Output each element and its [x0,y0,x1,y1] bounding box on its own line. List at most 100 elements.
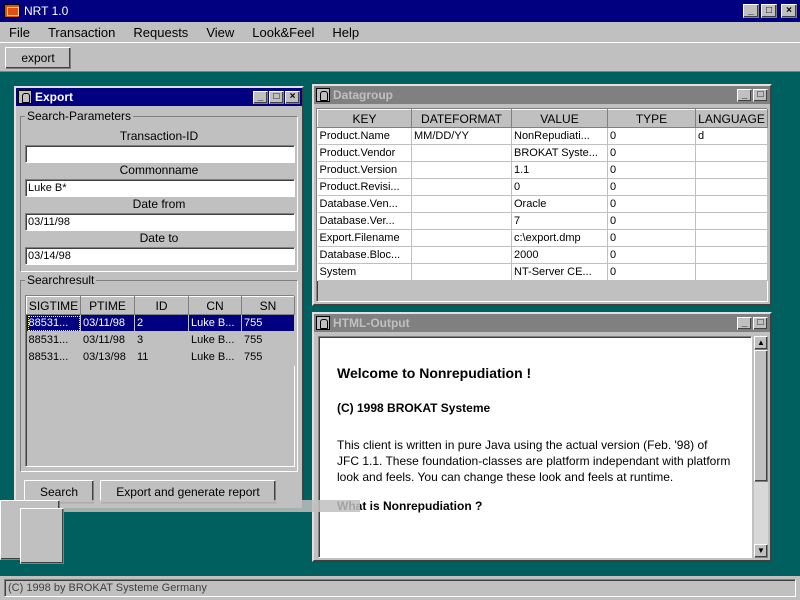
table-row[interactable]: System NT-Server CE... 0 [317,263,768,281]
column-header-value[interactable]: VALUE [511,109,608,128]
table-cell[interactable]: 7 [511,212,608,230]
commonname-field[interactable]: Luke B* [25,179,295,197]
table-cell[interactable]: c:\export.dmp [511,229,608,247]
menu-requests[interactable]: Requests [124,25,197,40]
column-header-language[interactable]: LANGUAGE [695,109,768,128]
frame-minimize-button[interactable]: _ [253,90,268,104]
column-header-type[interactable]: TYPE [607,109,696,128]
table-cell[interactable]: 0 [607,144,696,162]
table-cell[interactable]: 0 [607,246,696,264]
table-row[interactable]: Database.Bloc... 2000 0 [317,246,768,264]
table-cell[interactable]: NonRepudiati... [511,127,608,145]
table-cell[interactable]: 0 [607,127,696,145]
column-header-ptime[interactable]: PTIME [80,296,135,315]
table-cell[interactable]: Product.Revisi... [317,178,412,196]
table-cell[interactable]: 0 [607,263,696,281]
table-row[interactable]: 88531... 03/11/98 3 Luke B... 755 [26,331,295,349]
table-cell[interactable] [411,263,512,281]
maximize-button[interactable]: □ [761,4,777,18]
date-to-field[interactable]: 03/14/98 [25,247,295,265]
table-cell[interactable]: 03/11/98 [80,331,135,349]
table-cell[interactable]: 0 [607,195,696,213]
table-cell[interactable]: 88531... [26,348,81,366]
html-output-frame-title-bar[interactable]: HTML-Output _ □ [314,314,770,332]
table-cell[interactable] [695,195,768,213]
table-cell[interactable]: Database.Ver... [317,212,412,230]
table-cell[interactable]: 88531... [26,331,81,349]
table-row[interactable]: Product.Revisi... 0 0 [317,178,768,196]
table-cell[interactable]: 03/11/98 [80,314,135,332]
table-cell[interactable]: 11 [134,348,189,366]
table-cell[interactable]: Luke B... [188,348,242,366]
frame-maximize-button[interactable]: □ [269,90,284,104]
frame-maximize-button[interactable]: □ [753,88,768,102]
html-output-content[interactable]: Welcome to Nonrepudiation ! (C) 1998 BRO… [318,336,752,558]
table-cell[interactable]: System [317,263,412,281]
table-cell[interactable] [411,212,512,230]
table-cell[interactable]: 3 [134,331,189,349]
table-cell[interactable] [411,229,512,247]
scroll-up-arrow-icon[interactable]: ▲ [754,336,768,350]
table-cell[interactable]: Luke B... [188,314,242,332]
column-header-dateformat[interactable]: DATEFORMAT [411,109,512,128]
table-row[interactable]: Product.Version 1.1 0 [317,161,768,179]
column-header-cn[interactable]: CN [188,296,242,315]
table-row[interactable]: 88531... 03/13/98 11 Luke B... 755 [26,348,295,366]
table-cell[interactable] [411,178,512,196]
table-row[interactable]: 88531... 03/11/98 2 Luke B... 755 [26,314,295,332]
table-cell[interactable]: 0 [511,178,608,196]
table-cell[interactable]: BROKAT Syste... [511,144,608,162]
scroll-down-arrow-icon[interactable]: ▼ [754,544,768,558]
table-cell[interactable]: 0 [607,229,696,247]
datagroup-table-viewport[interactable]: KEY DATEFORMAT VALUE TYPE LANGUAGE Produ… [316,108,768,302]
table-cell[interactable]: Luke B... [188,331,242,349]
table-cell[interactable]: Database.Bloc... [317,246,412,264]
html-output-scrollbar[interactable]: ▲ ▼ [754,336,768,558]
close-button[interactable]: × [781,4,797,18]
table-cell[interactable]: 1.1 [511,161,608,179]
transaction-id-field[interactable] [25,145,295,163]
frame-minimize-button[interactable]: _ [737,316,752,330]
column-header-sn[interactable]: SN [241,296,295,315]
menu-view[interactable]: View [197,25,243,40]
table-cell[interactable]: NT-Server CE... [511,263,608,281]
table-cell[interactable]: 0 [607,178,696,196]
frame-minimize-button[interactable]: _ [737,88,752,102]
table-cell[interactable]: d [695,127,768,145]
table-cell[interactable]: 755 [241,314,295,332]
table-row[interactable]: Database.Ver... 7 0 [317,212,768,230]
table-cell[interactable] [695,246,768,264]
table-cell[interactable] [695,178,768,196]
table-cell[interactable] [695,212,768,230]
searchresult-table-viewport[interactable]: SIGTIME PTIME ID CN SN 88531... 03/11/98 2… [25,295,295,467]
table-cell[interactable]: 755 [241,331,295,349]
table-cell[interactable]: Product.Vendor [317,144,412,162]
column-header-sigtime[interactable]: SIGTIME [26,296,81,315]
table-cell[interactable] [695,263,768,281]
column-header-id[interactable]: ID [134,296,189,315]
table-cell[interactable]: 0 [607,212,696,230]
scrollbar-thumb[interactable] [754,350,768,482]
frame-maximize-button[interactable]: □ [753,316,768,330]
table-cell[interactable] [695,229,768,247]
frame-close-button[interactable]: × [285,90,300,104]
table-cell[interactable]: Oracle [511,195,608,213]
table-row[interactable]: Product.Vendor BROKAT Syste... 0 [317,144,768,162]
table-cell[interactable] [695,161,768,179]
datagroup-frame-title-bar[interactable]: Datagroup _ □ [314,86,770,104]
table-cell[interactable]: Database.Ven... [317,195,412,213]
table-cell[interactable]: 2000 [511,246,608,264]
table-cell[interactable] [411,246,512,264]
table-cell[interactable]: 755 [241,348,295,366]
table-cell[interactable]: 88531... [26,314,81,332]
export-toolbar-button[interactable]: export [5,47,71,69]
table-cell[interactable]: MM/DD/YY [411,127,512,145]
export-frame-title-bar[interactable]: Export _ □ × [16,88,302,106]
table-row[interactable]: Database.Ven... Oracle 0 [317,195,768,213]
table-row[interactable]: Product.Name MM/DD/YY NonRepudiati... 0 d [317,127,768,145]
table-cell[interactable]: 03/13/98 [80,348,135,366]
table-cell[interactable]: 2 [134,314,189,332]
menu-help[interactable]: Help [323,25,368,40]
minimize-button[interactable]: _ [743,4,759,18]
menu-file[interactable]: File [0,25,39,40]
